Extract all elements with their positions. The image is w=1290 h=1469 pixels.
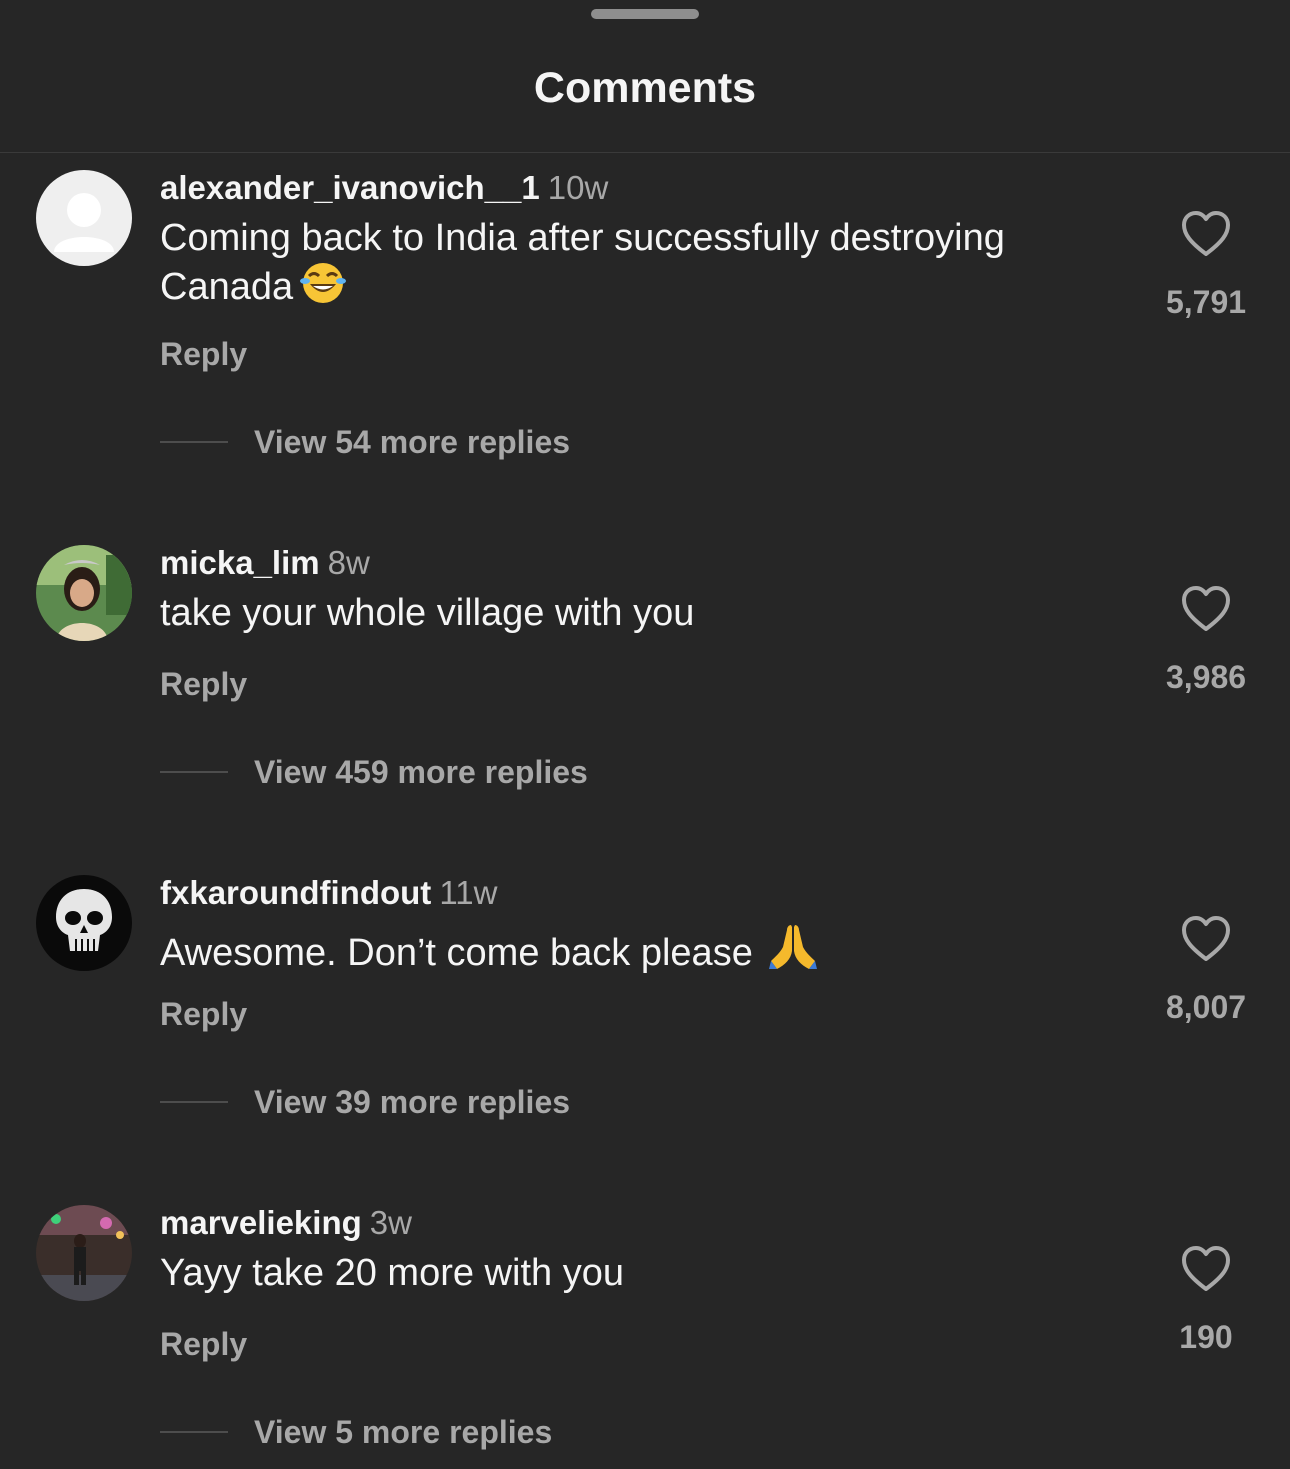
comment-body: Yayy take 20 more with you [160,1252,624,1294]
header-divider [0,152,1290,153]
username[interactable]: micka_lim [160,544,320,581]
replies-divider [160,1101,228,1103]
reply-button[interactable]: Reply [160,1324,247,1364]
comment-item: fxkaroundfindout 11w Awesome. Don’t come … [0,873,1290,1203]
skull-avatar-icon [36,875,132,971]
comment-text: take your whole village with you [160,591,1100,636]
comment-item: micka_lim 8w take your whole village with… [0,543,1290,873]
timestamp: 3w [369,1204,412,1241]
folded-hands-icon [767,921,819,982]
comment-meta: fxkaroundfindout 11w [160,873,497,920]
timestamp: 8w [327,544,370,581]
comments-sheet: Comments alexander_ivanovich__1 10w Comin… [0,0,1290,1469]
username[interactable]: alexander_ivanovich__1 [160,169,540,206]
like-count: 8,007 [1165,989,1247,1025]
comment-text: Awesome. Don’t come back please [160,921,1100,982]
avatar[interactable] [36,170,132,266]
avatar[interactable] [36,545,132,641]
like-count: 190 [1179,1319,1233,1355]
timestamp: 11w [439,874,498,911]
comment-meta: micka_lim 8w [160,543,370,590]
view-replies-label: View 54 more replies [254,424,571,460]
view-replies-label: View 5 more replies [254,1414,553,1450]
comment-text: Coming back to India after successfully … [160,216,1100,316]
username[interactable]: marvelieking [160,1204,362,1241]
view-replies-button[interactable]: View 54 more replies [160,422,570,462]
default-avatar-icon [36,170,132,266]
photo-avatar-icon [36,1205,132,1301]
view-replies-button[interactable]: View 39 more replies [160,1082,570,1122]
comment-body: Coming back to India after successfully … [160,217,1005,308]
replies-divider [160,1431,228,1433]
avatar[interactable] [36,875,132,971]
heart-icon[interactable] [1180,585,1232,633]
comment-item: alexander_ivanovich__1 10w Coming back to… [0,168,1290,498]
reply-button[interactable]: Reply [160,664,247,704]
face-with-tears-of-joy-icon [299,261,347,316]
like-count: 5,791 [1165,284,1247,320]
view-replies-label: View 459 more replies [254,754,588,790]
photo-avatar-icon [36,545,132,641]
replies-divider [160,771,228,773]
comment-item: marvelieking 3w Yayy take 20 more with yo… [0,1203,1290,1469]
heart-icon[interactable] [1180,1245,1232,1293]
like-count: 3,986 [1165,659,1247,695]
view-replies-button[interactable]: View 5 more replies [160,1412,552,1452]
comment-text: Yayy take 20 more with you [160,1251,1100,1296]
reply-button[interactable]: Reply [160,334,247,374]
comment-meta: marvelieking 3w [160,1203,412,1250]
avatar[interactable] [36,1205,132,1301]
reply-button[interactable]: Reply [160,994,247,1034]
page-title: Comments [533,64,757,112]
drag-handle[interactable] [591,9,699,19]
timestamp: 10w [547,169,609,206]
replies-divider [160,441,228,443]
heart-icon[interactable] [1180,210,1232,258]
heart-icon[interactable] [1180,915,1232,963]
comment-body: Awesome. Don’t come back please [160,932,753,974]
view-replies-button[interactable]: View 459 more replies [160,752,588,792]
view-replies-label: View 39 more replies [254,1084,571,1120]
comment-meta: alexander_ivanovich__1 10w [160,168,608,215]
username[interactable]: fxkaroundfindout [160,874,431,911]
comment-body: take your whole village with you [160,592,695,634]
